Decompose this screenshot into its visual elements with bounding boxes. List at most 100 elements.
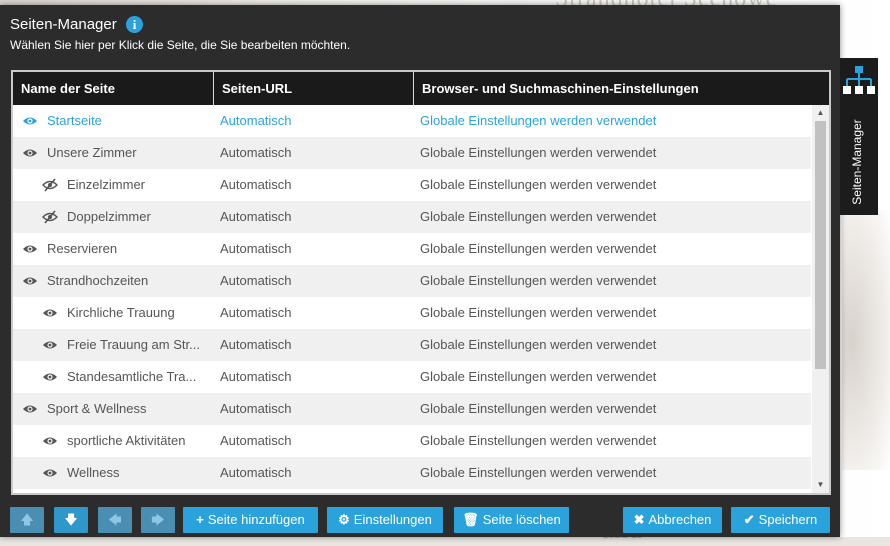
cancel-label: Abbrechen xyxy=(648,512,712,527)
plus-icon: + xyxy=(196,512,204,527)
column-header-page-name: Name der Seite xyxy=(13,72,214,105)
page-name: Strandhochzeiten xyxy=(47,273,149,288)
eye-icon[interactable] xyxy=(22,146,38,160)
check-icon: ✔ xyxy=(743,512,755,527)
page-seo-settings: Globale Einstellungen werden verwendet xyxy=(420,241,657,256)
page-name: Reservieren xyxy=(47,241,118,256)
eye-icon[interactable] xyxy=(42,370,58,384)
add-page-button[interactable]: + Seite hinzufügen xyxy=(183,507,318,533)
side-tab-label: Seiten-Manager xyxy=(850,119,864,205)
website-image-fragment xyxy=(842,210,890,470)
cancel-button[interactable]: ✖ Abbrechen xyxy=(623,507,722,533)
page-seo-settings: Globale Einstellungen werden verwendet xyxy=(420,433,657,448)
page-url: Automatisch xyxy=(220,113,292,128)
eye-icon[interactable] xyxy=(22,114,38,128)
page-url: Automatisch xyxy=(220,145,292,160)
page-seo-settings: Globale Einstellungen werden verwendet xyxy=(420,113,657,128)
page-manager-dialog: Seiten-Manager i Wählen Sie hier per Kli… xyxy=(0,5,840,537)
info-icon[interactable]: i xyxy=(126,16,143,33)
eye-icon[interactable] xyxy=(42,338,58,352)
column-header-page-url: Seiten-URL xyxy=(214,72,414,105)
page-url: Automatisch xyxy=(220,177,292,192)
page-url: Automatisch xyxy=(220,209,292,224)
gear-icon: ⚙ xyxy=(338,512,350,527)
delete-page-button[interactable]: 🗑 Seite löschen xyxy=(454,507,569,533)
table-row[interactable]: sportliche Aktivitäten Automatisch Globa… xyxy=(13,425,811,457)
table-body: Startseite Automatisch Globale Einstellu… xyxy=(13,105,811,493)
page-seo-settings: Globale Einstellungen werden verwendet xyxy=(420,369,657,384)
page-name: sportliche Aktivitäten xyxy=(67,433,186,448)
move-up-button[interactable]: 🡅 xyxy=(10,507,44,533)
table-scrollbar[interactable]: ▲ ▼ xyxy=(812,105,829,493)
page-name: Freie Trauung am Str... xyxy=(67,337,200,352)
page-name: Kirchliche Trauung xyxy=(67,305,175,320)
table-row[interactable]: Doppelzimmer Automatisch Globale Einstel… xyxy=(13,201,811,233)
page-url: Automatisch xyxy=(220,369,292,384)
scroll-up-icon[interactable]: ▲ xyxy=(812,105,829,121)
table-row[interactable]: Einzelzimmer Automatisch Globale Einstel… xyxy=(13,169,811,201)
dialog-subtitle: Wählen Sie hier per Klick die Seite, die… xyxy=(10,38,351,52)
page-seo-settings: Globale Einstellungen werden verwendet xyxy=(420,401,657,416)
page-name: Standesamtliche Tra... xyxy=(67,369,197,384)
table-row[interactable]: Strandhochzeiten Automatisch Globale Ein… xyxy=(13,265,811,297)
eye-icon[interactable] xyxy=(42,306,58,320)
page-seo-settings: Globale Einstellungen werden verwendet xyxy=(420,145,657,160)
trash-icon: 🗑 xyxy=(462,512,479,527)
scrollbar-thumb[interactable] xyxy=(815,121,826,369)
page-name: Doppelzimmer xyxy=(67,209,151,224)
scroll-down-icon[interactable]: ▼ xyxy=(812,477,829,493)
page-name: Wellness xyxy=(67,465,120,480)
page-url: Automatisch xyxy=(220,401,292,416)
table-row[interactable]: Kirchliche Trauung Automatisch Globale E… xyxy=(13,297,811,329)
eye-icon[interactable] xyxy=(42,434,58,448)
eye-icon[interactable] xyxy=(22,242,38,256)
eye-icon[interactable] xyxy=(22,274,38,288)
eye-icon[interactable] xyxy=(22,402,38,416)
move-down-button[interactable]: 🡇 xyxy=(54,507,88,533)
table-row[interactable]: Startseite Automatisch Globale Einstellu… xyxy=(13,105,811,137)
page-url: Automatisch xyxy=(220,241,292,256)
page-seo-settings: Globale Einstellungen werden verwendet xyxy=(420,465,657,480)
save-button[interactable]: ✔ Speichern xyxy=(731,507,830,533)
eye-slash-icon[interactable] xyxy=(42,178,58,192)
page-name: Einzelzimmer xyxy=(67,177,146,192)
page-name: Unsere Zimmer xyxy=(47,145,137,160)
table-row[interactable]: Unsere Zimmer Automatisch Globale Einste… xyxy=(13,137,811,169)
page-seo-settings: Globale Einstellungen werden verwendet xyxy=(420,305,657,320)
page-seo-settings: Globale Einstellungen werden verwendet xyxy=(420,337,657,352)
pages-table: Name der Seite Seiten-URL Browser- und S… xyxy=(11,70,831,495)
page-seo-settings: Globale Einstellungen werden verwendet xyxy=(420,209,657,224)
table-row[interactable]: Reservieren Automatisch Globale Einstell… xyxy=(13,233,811,265)
save-label: Speichern xyxy=(758,512,818,527)
close-icon: ✖ xyxy=(633,512,645,527)
delete-page-label: Seite löschen xyxy=(482,512,561,527)
eye-slash-icon[interactable] xyxy=(42,210,58,224)
page-url: Automatisch xyxy=(220,305,292,320)
settings-button[interactable]: ⚙ Einstellungen xyxy=(327,507,443,533)
eye-icon[interactable] xyxy=(42,466,58,480)
table-row[interactable]: Sport & Wellness Automatisch Globale Ein… xyxy=(13,393,811,425)
arrow-left-icon: 🡄 xyxy=(108,512,122,527)
side-tab-page-manager[interactable]: Seiten-Manager xyxy=(840,58,878,215)
column-header-seo-settings: Browser- und Suchmaschinen-Einstellungen xyxy=(422,81,699,96)
table-row[interactable]: Freie Trauung am Str... Automatisch Glob… xyxy=(13,329,811,361)
page-url: Automatisch xyxy=(220,273,292,288)
dialog-title: Seiten-Manager xyxy=(10,16,117,33)
indent-button[interactable]: 🡆 xyxy=(141,507,175,533)
table-row[interactable]: Wellness Automatisch Globale Einstellung… xyxy=(13,457,811,489)
arrow-up-icon: 🡅 xyxy=(20,512,34,527)
page-url: Automatisch xyxy=(220,433,292,448)
outdent-button[interactable]: 🡄 xyxy=(98,507,132,533)
page-seo-settings: Globale Einstellungen werden verwendet xyxy=(420,273,657,288)
page-url: Automatisch xyxy=(220,337,292,352)
page-name: Sport & Wellness xyxy=(47,401,147,416)
page-name: Startseite xyxy=(47,113,102,128)
table-header: Name der Seite Seiten-URL Browser- und S… xyxy=(13,72,829,105)
page-seo-settings: Globale Einstellungen werden verwendet xyxy=(420,177,657,192)
arrow-down-icon: 🡇 xyxy=(64,512,78,527)
table-row[interactable]: Standesamtliche Tra... Automatisch Globa… xyxy=(13,361,811,393)
add-page-label: Seite hinzufügen xyxy=(207,512,305,527)
page-url: Automatisch xyxy=(220,465,292,480)
arrow-right-icon: 🡆 xyxy=(151,512,165,527)
settings-label: Einstellungen xyxy=(353,512,432,527)
